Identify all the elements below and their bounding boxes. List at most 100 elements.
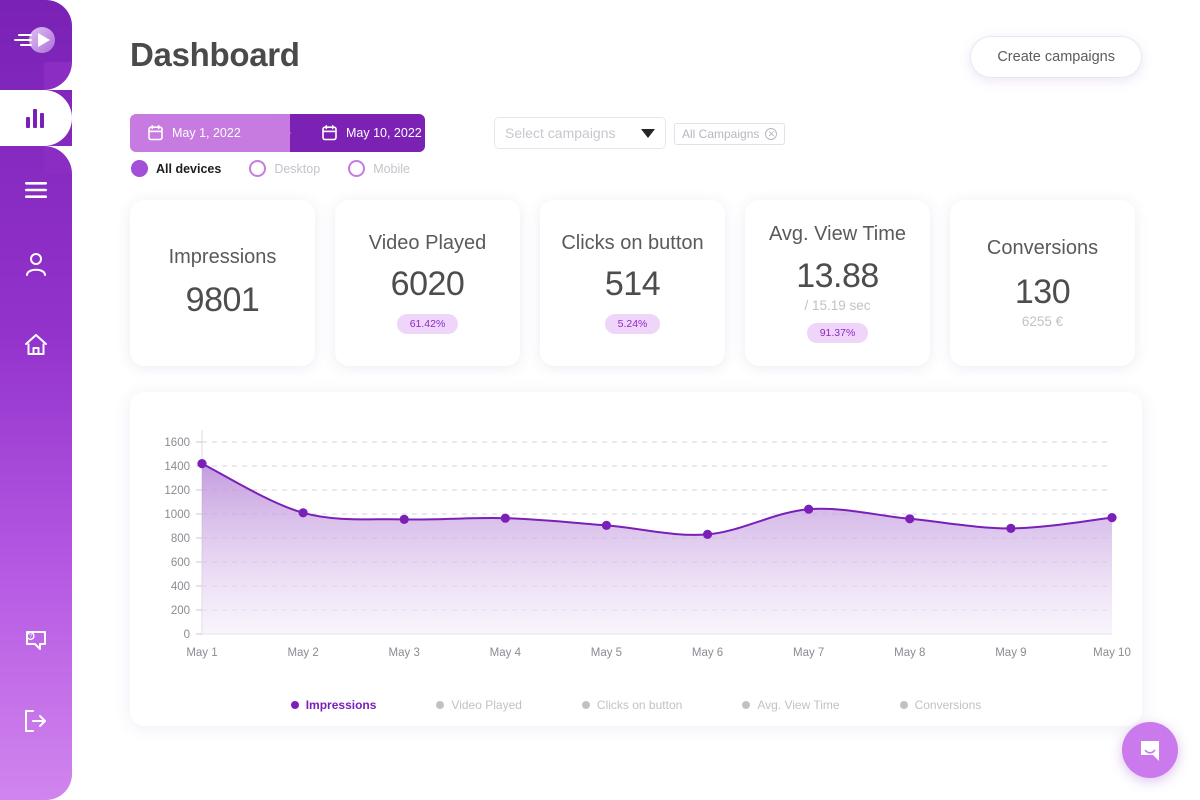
- svg-text:May 8: May 8: [894, 647, 925, 659]
- impressions-area-chart[interactable]: 0 200 400 600 800 1000 1200 1400 1600 May 1 May 2 M…: [130, 392, 1142, 682]
- kpi-title: Impressions: [168, 245, 277, 268]
- impressions-chart-card: 0 200 400 600 800 1000 1200 1400 1600 May 1 May 2 M…: [130, 392, 1142, 726]
- device-option-all[interactable]: All devices: [131, 160, 221, 177]
- svg-text:May 4: May 4: [490, 647, 522, 659]
- help-chat-icon: ?: [26, 631, 46, 650]
- kpi-value: 6020: [390, 265, 465, 304]
- device-option-label: All devices: [156, 161, 222, 176]
- svg-text:May 6: May 6: [692, 647, 723, 659]
- svg-text:600: 600: [171, 557, 190, 569]
- sidebar-item-home[interactable]: [0, 317, 72, 373]
- date-range-start-label: May 1, 2022: [172, 126, 241, 140]
- kpi-card-impressions[interactable]: Impressions 9801: [130, 200, 315, 366]
- sidebar: ?: [0, 0, 72, 800]
- legend-item-clicks-on-button[interactable]: Clicks on button: [581, 698, 683, 712]
- kpi-badge: 61.42%: [396, 314, 459, 335]
- campaign-select[interactable]: Select campaigns: [494, 117, 666, 149]
- kpi-title: Conversions: [986, 237, 1099, 260]
- bar-chart-icon: [26, 109, 44, 128]
- user-icon: [26, 253, 46, 276]
- svg-text:200: 200: [171, 605, 190, 617]
- radio-icon: [348, 160, 366, 177]
- sidebar-item-help[interactable]: ?: [0, 613, 72, 669]
- device-option-label: Mobile: [373, 161, 411, 176]
- svg-text:1200: 1200: [164, 485, 190, 497]
- kpi-card-clicks-on-button[interactable]: Clicks on button 514 5.24%: [540, 200, 725, 366]
- sidebar-item-menu[interactable]: [0, 162, 72, 218]
- kpi-value: 13.88: [796, 256, 879, 295]
- legend-dot-icon: [436, 701, 445, 709]
- kpi-value: 9801: [185, 281, 260, 320]
- kpi-card-video-played[interactable]: Video Played 6020 61.42%: [335, 200, 520, 366]
- legend-label: Avg. View Time: [757, 698, 840, 712]
- kpi-value: 130: [1014, 272, 1071, 311]
- home-icon: [25, 334, 47, 355]
- campaign-tag[interactable]: All Campaigns ✕: [674, 123, 786, 145]
- chevron-down-icon: [641, 128, 655, 138]
- legend-label: Impressions: [305, 698, 377, 712]
- legend-dot-icon: [581, 701, 590, 709]
- hamburger-menu-icon: [25, 182, 47, 198]
- svg-text:May 5: May 5: [591, 647, 622, 659]
- create-campaigns-button[interactable]: Create campaigns: [970, 36, 1142, 78]
- date-range-end[interactable]: May 10, 2022: [290, 114, 425, 152]
- svg-text:400: 400: [171, 581, 190, 593]
- chat-widget-button[interactable]: [1122, 722, 1178, 778]
- svg-text:1600: 1600: [164, 437, 190, 449]
- play-logo-icon: [14, 27, 55, 53]
- kpi-subvalue: / 15.19 sec: [804, 297, 871, 313]
- kpi-title: Clicks on button: [561, 231, 704, 254]
- kpi-card-avg-view-time[interactable]: Avg. View Time 13.88 / 15.19 sec 91.37%: [745, 200, 930, 366]
- legend-item-impressions[interactable]: Impressions: [290, 698, 377, 712]
- kpi-value: 514: [604, 265, 661, 304]
- legend-item-conversions[interactable]: Conversions: [899, 698, 981, 712]
- svg-text:1000: 1000: [164, 509, 190, 521]
- svg-text:1400: 1400: [164, 461, 190, 473]
- legend-label: Clicks on button: [596, 698, 683, 712]
- date-range-picker[interactable]: May 1, 2022 May 10, 2022: [130, 114, 425, 152]
- kpi-title: Video Played: [368, 231, 487, 254]
- legend-dot-icon: [742, 701, 751, 709]
- svg-text:May 7: May 7: [793, 647, 824, 659]
- kpi-badge: 5.24%: [604, 314, 661, 335]
- sidebar-item-analytics[interactable]: [0, 62, 72, 174]
- page-title: Dashboard: [130, 36, 300, 73]
- svg-text:?: ?: [29, 634, 32, 640]
- chart-legend: Impressions Video Played Clicks on button A…: [130, 698, 1142, 712]
- logout-icon: [25, 710, 46, 732]
- legend-label: Video Played: [451, 698, 522, 712]
- radio-icon: [249, 160, 267, 177]
- sidebar-item-logout[interactable]: [0, 693, 72, 749]
- kpi-title: Avg. View Time: [768, 223, 907, 246]
- device-option-label: Desktop: [274, 161, 321, 176]
- svg-text:800: 800: [171, 533, 190, 545]
- svg-text:May 1: May 1: [186, 647, 217, 659]
- kpi-subvalue: 6255 €: [1021, 313, 1064, 329]
- kpi-badge: 91.37%: [806, 322, 869, 343]
- campaign-select-placeholder: Select campaigns: [505, 125, 616, 141]
- device-option-desktop[interactable]: Desktop: [249, 160, 320, 177]
- campaign-tag-label: All Campaigns: [682, 127, 760, 141]
- svg-text:May 9: May 9: [995, 647, 1026, 659]
- legend-dot-icon: [899, 701, 908, 709]
- dashboard-app: ? Dashboard Create campaigns May 1, 2022: [0, 0, 1200, 800]
- legend-item-video-played[interactable]: Video Played: [436, 698, 522, 712]
- calendar-icon: [148, 125, 163, 141]
- date-range-end-label: May 10, 2022: [346, 126, 422, 140]
- app-logo[interactable]: [0, 10, 72, 70]
- svg-text:0: 0: [184, 629, 190, 641]
- radio-icon: [131, 160, 148, 177]
- svg-text:May 10: May 10: [1093, 647, 1131, 659]
- svg-text:May 2: May 2: [287, 647, 318, 659]
- chat-bubble-icon: [1141, 741, 1159, 761]
- device-filter-group: All devices Desktop Mobile: [131, 160, 410, 177]
- legend-dot-icon: [290, 701, 299, 709]
- kpi-card-conversions[interactable]: Conversions 130 6255 €: [950, 200, 1135, 366]
- device-option-mobile[interactable]: Mobile: [348, 160, 410, 177]
- legend-item-avg-view-time[interactable]: Avg. View Time: [742, 698, 840, 712]
- close-circle-icon[interactable]: ✕: [765, 128, 778, 140]
- date-range-start[interactable]: May 1, 2022: [130, 114, 291, 152]
- calendar-icon: [322, 125, 337, 141]
- kpi-card-list: Impressions 9801 Video Played 6020 61.42…: [130, 200, 1135, 366]
- sidebar-item-profile[interactable]: [0, 236, 72, 292]
